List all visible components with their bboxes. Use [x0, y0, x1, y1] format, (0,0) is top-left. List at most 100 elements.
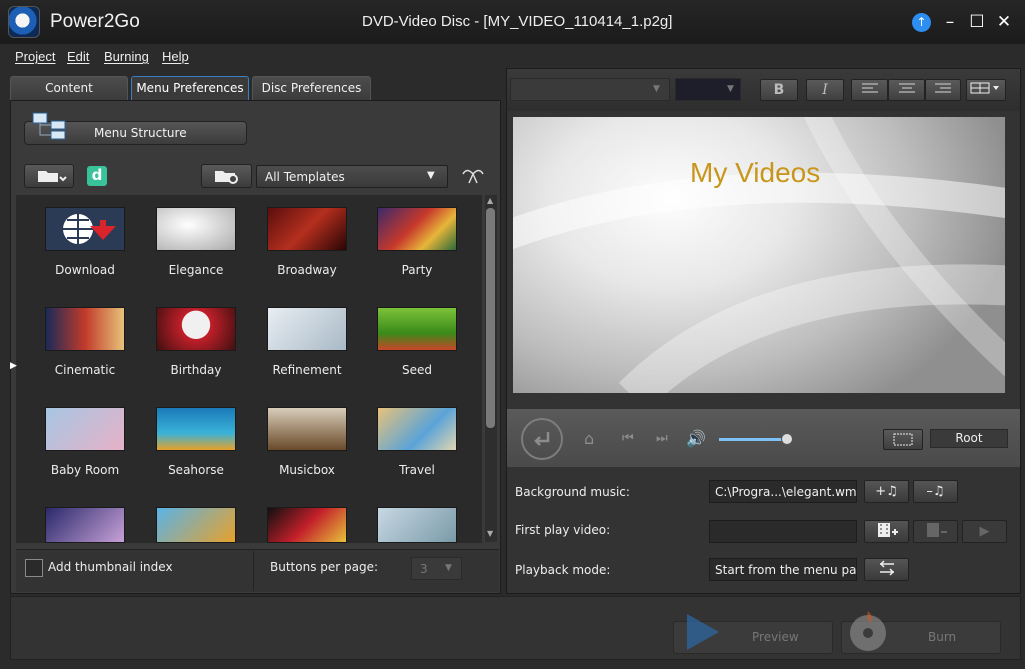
template-seahorse[interactable]: Seahorse: [141, 407, 251, 477]
app-name: Power2Go: [50, 11, 140, 32]
menu-edit[interactable]: Edit: [67, 49, 89, 64]
playback-settings-button[interactable]: [864, 558, 909, 581]
template-refinement[interactable]: Refinement: [252, 307, 362, 377]
template-thumbnail[interactable]: [377, 507, 457, 543]
first-play-video-field[interactable]: [709, 520, 857, 543]
menu-burning[interactable]: Burning: [104, 49, 149, 64]
tab-menu-preferences[interactable]: Menu Preferences: [131, 76, 249, 102]
template-broadway[interactable]: Broadway: [252, 207, 362, 277]
tab-disc-preferences[interactable]: Disc Preferences: [252, 76, 371, 101]
menu-project[interactable]: Project: [15, 49, 55, 64]
directorzone-icon[interactable]: d: [87, 166, 107, 186]
template-thumbnail[interactable]: [156, 507, 236, 543]
font-family-dropdown[interactable]: ▼: [510, 78, 670, 101]
play-icon: [687, 614, 719, 650]
add-music-button[interactable]: +♫: [864, 480, 909, 503]
align-center-button[interactable]: [888, 79, 925, 101]
maximize-button[interactable]: ☐: [964, 10, 990, 34]
layout-grid-icon: [970, 82, 999, 94]
background-music-label: Background music:: [515, 485, 630, 499]
volume-slider[interactable]: [719, 438, 788, 441]
menu-structure-icon: [32, 112, 66, 140]
add-video-button[interactable]: [864, 520, 909, 543]
layout-button[interactable]: [966, 79, 1006, 101]
home-icon[interactable]: ⌂: [584, 429, 594, 448]
template-thumbnail: [267, 307, 347, 351]
template-travel[interactable]: Travel: [362, 407, 472, 477]
template-settings-button[interactable]: [201, 164, 252, 188]
template-thumbnail: [267, 407, 347, 451]
tab-content[interactable]: Content: [10, 76, 128, 101]
template-filter-label: All Templates: [265, 170, 345, 184]
menu-bar: [0, 44, 1025, 68]
free-templates-icon[interactable]: [459, 166, 487, 186]
template-thumbnail: [156, 207, 236, 251]
template-thumbnail[interactable]: [45, 507, 125, 543]
background-music-field[interactable]: C:\Progra...\elegant.wma: [709, 480, 857, 503]
template-party[interactable]: Party: [362, 207, 472, 277]
update-arrow-icon[interactable]: ↑: [912, 13, 931, 32]
scrollbar-thumb[interactable]: [486, 208, 495, 428]
template-baby-room[interactable]: Baby Room: [30, 407, 140, 477]
preview-menu-title[interactable]: My Videos: [690, 157, 820, 189]
template-label: Broadway: [277, 263, 337, 277]
template-thumbnail: [377, 407, 457, 451]
playback-mode-field[interactable]: Start from the menu pa...: [709, 558, 857, 581]
chevron-down-icon: ▼: [727, 84, 734, 94]
italic-button[interactable]: I: [806, 79, 844, 101]
thumbnail-index-label: Add thumbnail index: [48, 560, 173, 574]
bold-button[interactable]: B: [760, 79, 798, 101]
template-label: Birthday: [170, 363, 222, 377]
window-title: DVD-Video Disc - [MY_VIDEO_110414_1.p2g]: [362, 13, 673, 30]
template-label: Cinematic: [54, 363, 116, 377]
template-thumbnail: [45, 407, 125, 451]
buttons-per-page-value: 3: [420, 562, 428, 576]
template-label: Seed: [402, 363, 432, 377]
scroll-up-icon[interactable]: ▲: [487, 196, 493, 205]
enter-button[interactable]: [521, 418, 563, 460]
template-seed[interactable]: Seed: [362, 307, 472, 377]
minimize-button[interactable]: –: [937, 10, 963, 34]
root-menu-button[interactable]: Root: [930, 429, 1008, 448]
template-cinematic[interactable]: Cinematic: [30, 307, 140, 377]
buttons-per-page-select[interactable]: 3 ▼: [411, 557, 462, 580]
chevron-down-icon: ▼: [653, 84, 660, 94]
template-download[interactable]: Download: [30, 207, 140, 277]
volume-icon[interactable]: 🔊: [686, 429, 706, 448]
next-icon[interactable]: ⏭: [656, 431, 668, 446]
scroll-down-icon[interactable]: ▼: [487, 529, 493, 538]
font-size-dropdown[interactable]: ▼: [675, 78, 741, 101]
thumbnail-index-checkbox[interactable]: [25, 559, 43, 577]
template-thumbnail: [377, 307, 457, 351]
play-video-button[interactable]: ▶: [962, 520, 1007, 543]
buttons-per-page-label: Buttons per page:: [270, 560, 379, 574]
template-thumbnail: [45, 207, 125, 251]
app-logo-icon: [8, 6, 40, 38]
align-left-button[interactable]: [851, 79, 888, 101]
import-template-button[interactable]: [24, 164, 74, 188]
align-right-button[interactable]: [925, 79, 961, 101]
remove-video-button[interactable]: [913, 520, 958, 543]
template-thumbnail: [45, 307, 125, 351]
template-birthday[interactable]: Birthday: [141, 307, 251, 377]
template-elegance[interactable]: Elegance: [141, 207, 251, 277]
template-musicbox[interactable]: Musicbox: [252, 407, 362, 477]
safe-zone-icon: [893, 433, 913, 446]
template-label: Download: [55, 263, 115, 277]
first-play-video-label: First play video:: [515, 523, 611, 537]
template-label: Musicbox: [279, 463, 335, 477]
template-label: Party: [401, 263, 433, 277]
template-thumbnail[interactable]: [267, 507, 347, 543]
previous-icon[interactable]: ⏮: [622, 431, 634, 446]
template-label: Travel: [399, 463, 435, 477]
preview-button-label: Preview: [752, 630, 799, 644]
film-add-icon: [877, 523, 898, 537]
remove-music-button[interactable]: –♫: [913, 480, 958, 503]
template-thumbnail: [267, 207, 347, 251]
menu-structure-label: Menu Structure: [94, 126, 187, 140]
menu-help[interactable]: Help: [162, 49, 189, 64]
panel-expand-icon[interactable]: ▶: [10, 361, 17, 371]
close-button[interactable]: ✕: [991, 10, 1017, 34]
safe-zone-button[interactable]: [883, 429, 923, 450]
chevron-down-icon: ▼: [445, 563, 452, 573]
